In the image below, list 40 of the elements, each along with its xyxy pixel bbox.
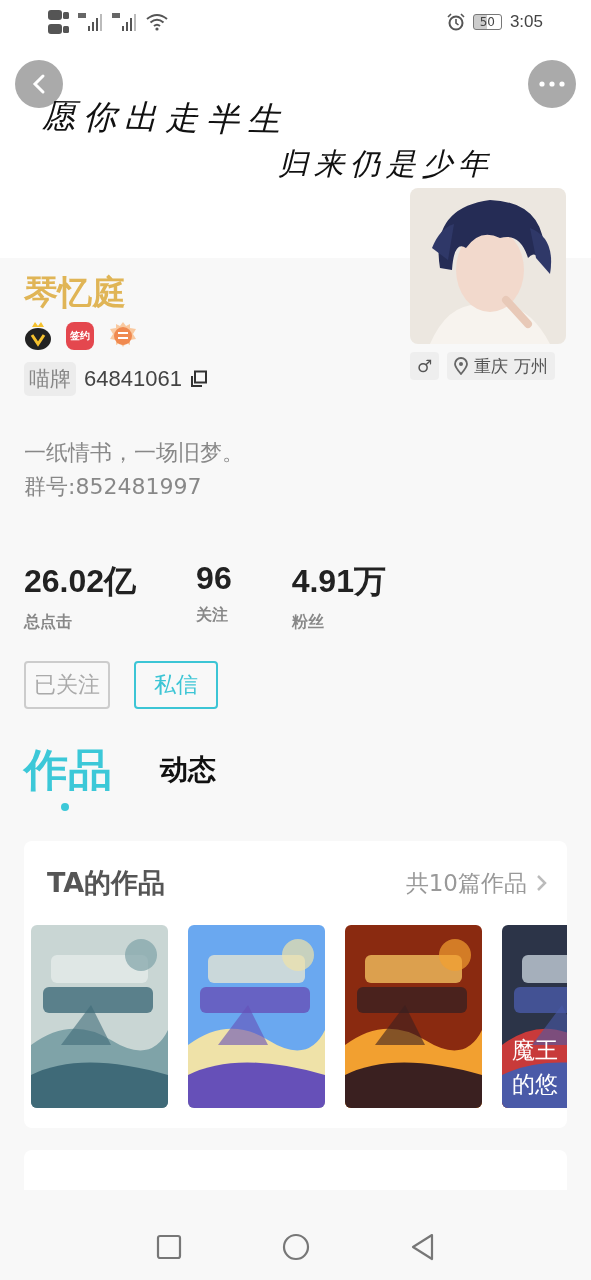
stat-label: 总点击 [24, 612, 73, 633]
alarm-icon [446, 13, 465, 31]
bio-text: 一纸情书，一场旧梦。 [24, 439, 245, 467]
banner-quote: 愿你出走半生 [41, 94, 289, 142]
signal-icon [112, 12, 138, 32]
stat-value: 26.02亿 [24, 562, 137, 601]
all-works-link[interactable]: 共10篇作品 [405, 867, 547, 899]
card-title: TA的作品 [47, 866, 166, 900]
stat-label: 关注 [196, 605, 230, 626]
wifi-icon [146, 13, 168, 31]
bio-text: 群号:852481997 [24, 473, 203, 501]
content-tab[interactable]: 作品 [24, 741, 112, 813]
user-id: 64841061 [84, 366, 182, 392]
message-button[interactable]: 私信 [134, 661, 218, 709]
copy-icon[interactable] [189, 370, 208, 388]
recent-apps-icon[interactable] [155, 1234, 182, 1260]
location-pin-icon [454, 357, 469, 375]
more-button[interactable] [528, 60, 576, 108]
vip-badge-icon [24, 321, 52, 351]
back-icon[interactable] [409, 1233, 436, 1261]
signal-icon [78, 12, 104, 32]
stat-label: 粉丝 [291, 612, 325, 633]
stat-value: 4.91万 [291, 562, 386, 601]
gender-tag: ♂ [410, 352, 440, 380]
stat-value: 96 [196, 560, 232, 597]
hd-icon [48, 8, 70, 36]
follow-button[interactable]: 已关注 [24, 661, 110, 709]
battery-indicator: 50 [472, 14, 502, 30]
signed-badge: 签约 [66, 322, 94, 350]
user-name: 琴忆庭 [24, 271, 127, 314]
content-tab[interactable]: 动态 [160, 751, 216, 803]
status-time: 3:05 [509, 12, 543, 32]
id-label: 喵牌 [24, 362, 76, 396]
more-icon[interactable] [539, 81, 565, 87]
location-text: 重庆 万州 [474, 354, 548, 378]
chevron-left-icon[interactable] [31, 73, 47, 95]
banner-quote: 归来仍是少年 [278, 145, 494, 183]
cover-title: 魔王 [512, 1036, 558, 1065]
cover-title: 的悠 [512, 1070, 558, 1099]
home-icon[interactable] [281, 1233, 310, 1261]
